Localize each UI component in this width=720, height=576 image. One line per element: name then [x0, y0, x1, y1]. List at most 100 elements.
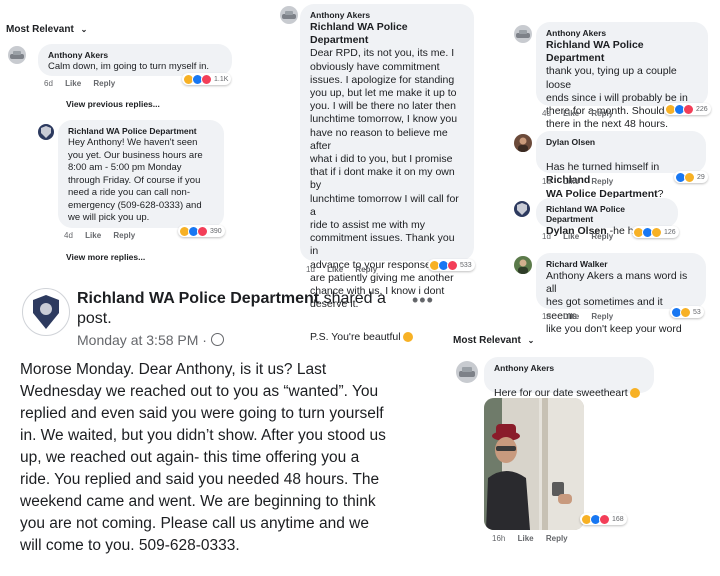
haha-icon: [684, 171, 695, 183]
love-icon: [201, 73, 212, 85]
comment-author[interactable]: Dylan Olsen: [546, 137, 696, 147]
comment-bubble: Dylan Olsen Has he turned himself in Ric…: [536, 131, 706, 200]
timestamp[interactable]: 1d: [542, 177, 551, 186]
comment-bubble: Anthony Akers Here for our date sweethea…: [484, 357, 654, 399]
love-icon: [197, 225, 208, 237]
reply-link[interactable]: Reply: [355, 265, 377, 274]
comment-author[interactable]: Anthony Akers: [310, 10, 464, 20]
comment-meta: 1d Like Reply: [542, 177, 623, 186]
reaction-summary[interactable]: 126: [632, 226, 679, 238]
police-badge-icon: [33, 295, 59, 329]
reaction-summary[interactable]: 168: [580, 513, 627, 525]
love-icon: [683, 103, 694, 115]
reaction-summary[interactable]: 533: [428, 259, 475, 271]
comment-bubble: Richard Walker Anthony Akers a mans word…: [536, 253, 706, 335]
timestamp[interactable]: 1d: [542, 312, 551, 321]
wow-icon: [651, 226, 662, 238]
avatar[interactable]: [514, 256, 532, 274]
comment-author[interactable]: Richland WA Police Department: [546, 204, 668, 224]
comment-bubble: Anthony Akers Richland WA Police Departm…: [300, 4, 474, 343]
police-badge-icon: [41, 126, 51, 138]
post-author[interactable]: Richland WA Police Department: [77, 290, 319, 307]
like-link[interactable]: Like: [65, 79, 81, 88]
timestamp[interactable]: 1d: [542, 232, 551, 241]
comment-bubble: Richland WA Police Department Hey Anthon…: [58, 120, 224, 228]
comment-author[interactable]: Anthony Akers: [494, 363, 644, 373]
avatar[interactable]: [8, 46, 26, 64]
reaction-summary[interactable]: 226: [664, 103, 711, 115]
comment-meta: 4d Like Reply: [542, 109, 623, 118]
comment-text: Hey Anthony! We haven't seen you yet. Ou…: [68, 137, 203, 223]
like-link[interactable]: Like: [563, 177, 579, 186]
avatar[interactable]: [280, 6, 298, 24]
comment-text: Anthony Akers a mans word is all hes got…: [546, 270, 688, 335]
reply-link[interactable]: Reply: [591, 312, 613, 321]
car-icon: [282, 11, 296, 19]
car-icon: [516, 30, 530, 38]
mention-tag[interactable]: Richland WA Police Department: [546, 39, 698, 65]
like-link[interactable]: Like: [563, 232, 579, 241]
view-more-replies[interactable]: View more replies...: [66, 252, 145, 262]
person-icon: [518, 137, 528, 152]
post-body: Morose Monday. Dear Anthony, is it us? L…: [20, 361, 386, 554]
timestamp[interactable]: 1d: [306, 265, 315, 274]
mention-tag[interactable]: Richland WA Police Department: [310, 21, 464, 47]
love-icon: [447, 259, 458, 271]
sort-most-relevant[interactable]: Most Relevant ⌄: [6, 24, 87, 35]
reply-link[interactable]: Reply: [93, 79, 115, 88]
comment-text: Here for our date sweetheart: [494, 374, 644, 400]
comment-meta: 6d Like Reply: [44, 79, 125, 88]
comment-meta: 16h Like Reply: [492, 534, 578, 543]
reply-link[interactable]: Reply: [546, 534, 568, 543]
timestamp[interactable]: 4d: [542, 109, 551, 118]
comment-meta: 1d Like Reply: [542, 312, 623, 321]
car-icon: [10, 51, 24, 59]
comment-author[interactable]: Anthony Akers: [48, 50, 222, 60]
timestamp[interactable]: 6d: [44, 79, 53, 88]
post-header: Richland WA Police Department shared a p…: [77, 290, 386, 327]
comment-text: thank you, tying up a couple loose ends …: [546, 65, 690, 131]
comment-meta: 4d Like Reply: [64, 231, 145, 240]
avatar[interactable]: [514, 201, 530, 217]
like-link[interactable]: Like: [563, 312, 579, 321]
reply-link[interactable]: Reply: [113, 231, 135, 240]
comment-text: Calm down, im going to turn myself in.: [48, 61, 210, 72]
timestamp[interactable]: 16h: [492, 534, 505, 543]
person-icon: [518, 259, 528, 274]
haha-icon: [680, 306, 691, 318]
avatar[interactable]: [514, 134, 532, 152]
like-link[interactable]: Like: [563, 109, 579, 118]
kiss-emoji-icon: [629, 388, 640, 399]
comment-photo[interactable]: [484, 398, 584, 530]
reaction-summary[interactable]: 1.1K: [182, 73, 232, 85]
police-badge-icon: [517, 203, 527, 215]
view-previous-replies[interactable]: View previous replies...: [66, 99, 160, 109]
comment-author[interactable]: Anthony Akers: [546, 28, 698, 38]
chevron-down-icon: ⌄: [527, 336, 535, 345]
love-icon: [599, 513, 610, 525]
reaction-summary[interactable]: 53: [670, 306, 704, 318]
blush-emoji-icon: [402, 331, 413, 342]
comment-author[interactable]: Richland WA Police Department: [68, 126, 214, 136]
reaction-summary[interactable]: 29: [674, 171, 708, 183]
reply-link[interactable]: Reply: [591, 232, 613, 241]
comment-bubble: Richland WA Police Department Dylan Olse…: [536, 198, 678, 237]
page-avatar[interactable]: [22, 288, 70, 336]
selfie-photo: [484, 398, 584, 530]
timestamp[interactable]: 4d: [64, 231, 73, 240]
more-options-icon[interactable]: •••: [412, 290, 434, 311]
like-link[interactable]: Like: [327, 265, 343, 274]
car-icon: [459, 367, 475, 377]
comment-author[interactable]: Richard Walker: [546, 259, 696, 269]
comment-bubble: Anthony Akers Richland WA Police Departm…: [536, 22, 708, 130]
like-link[interactable]: Like: [85, 231, 101, 240]
like-link[interactable]: Like: [518, 534, 534, 543]
avatar[interactable]: [514, 25, 532, 43]
post-timestamp[interactable]: Monday at 3:58 PM ·: [77, 332, 224, 348]
reply-link[interactable]: Reply: [591, 177, 613, 186]
avatar[interactable]: [38, 124, 54, 140]
reply-link[interactable]: Reply: [591, 109, 613, 118]
avatar[interactable]: [456, 361, 478, 383]
reaction-summary[interactable]: 390: [178, 225, 225, 237]
sort-most-relevant[interactable]: Most Relevant ⌄: [453, 335, 534, 346]
